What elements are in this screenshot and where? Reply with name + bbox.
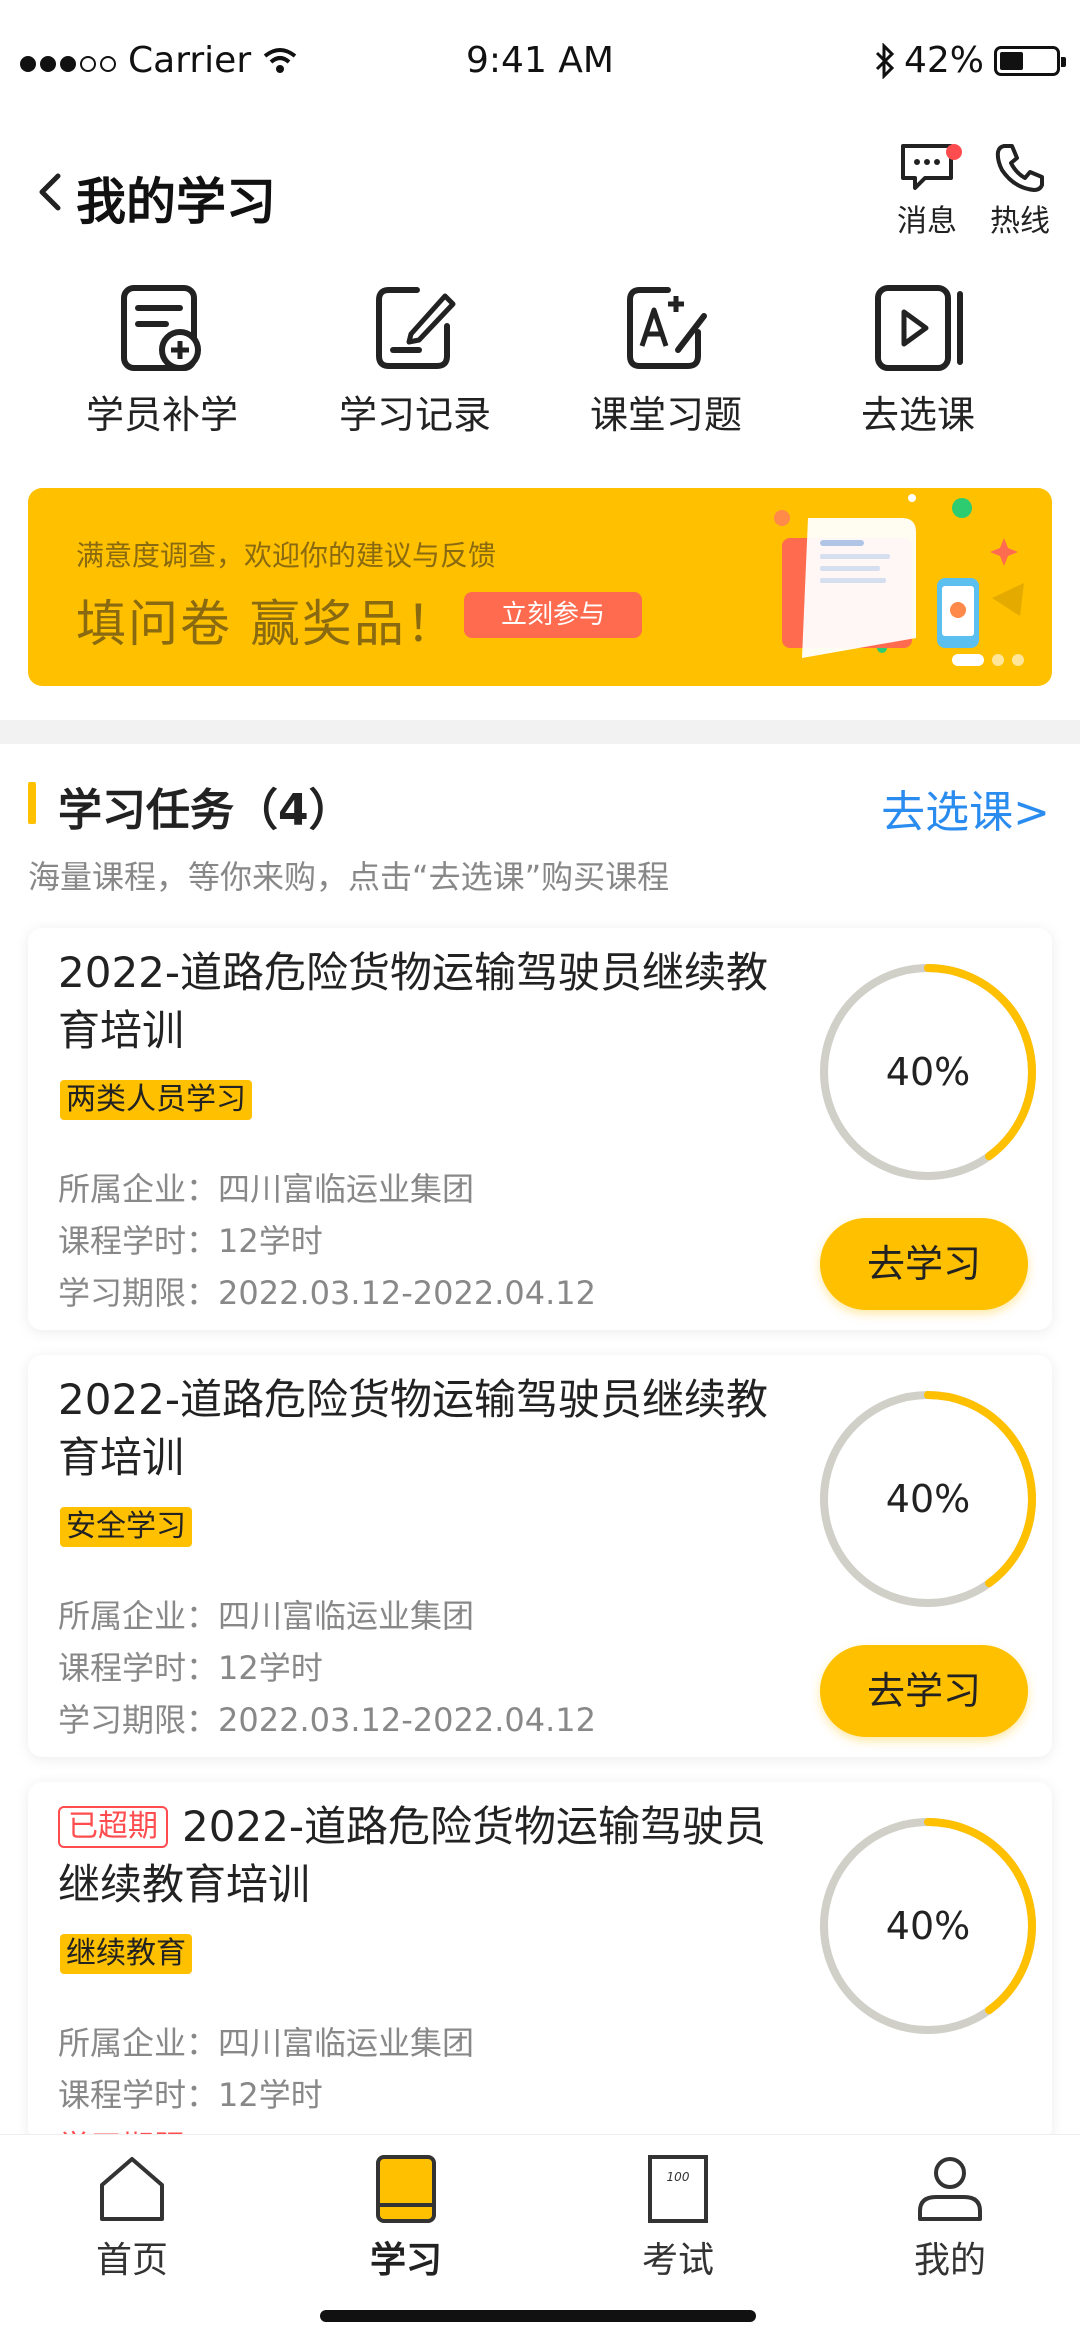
task-company: 所属企业：四川富临运业集团: [58, 1597, 475, 1635]
tab-exam[interactable]: 100 考试: [578, 2153, 778, 2283]
survey-banner[interactable]: 满意度调查，欢迎你的建议与反馈 填问卷 赢奖品！ 立刻参与: [28, 488, 1052, 686]
tab-label: 学习: [369, 2240, 442, 2281]
tab-study[interactable]: 学习: [306, 2153, 506, 2283]
status-right: 42%: [874, 40, 1066, 81]
start-study-button[interactable]: 去学习: [820, 1645, 1028, 1737]
task-tag: 安全学习: [60, 1507, 192, 1547]
task-card[interactable]: 2022-道路危险货物运输驾驶员继续教育培训 安全学习 所属企业：四川富临运业集…: [28, 1355, 1052, 1757]
hotline-button[interactable]: 热线: [975, 140, 1065, 240]
page-title: 我的学习: [76, 173, 276, 231]
user-icon: [918, 2157, 982, 2221]
quick-actions: 学员补学 学习记录 课堂习题 去选课: [0, 280, 1080, 450]
quick-action-makeup-study[interactable]: 学员补学: [62, 280, 262, 439]
phone-icon: [995, 144, 1044, 192]
messages-button[interactable]: 消息: [882, 140, 972, 240]
task-hours: 课程学时：12学时: [58, 1222, 323, 1260]
section-subtitle: 海量课程，等你来购，点击“去选课”购买课程: [28, 858, 670, 896]
bluetooth-icon: [875, 42, 895, 79]
banner-title: 填问卷 赢奖品！: [76, 595, 458, 653]
carousel-indicator: [952, 654, 1024, 666]
messages-label: 消息: [897, 204, 957, 239]
section-title: 学习任务（4）: [58, 785, 353, 836]
unread-dot: [946, 144, 962, 160]
quick-action-study-record[interactable]: 学习记录: [315, 280, 515, 439]
hotline-label: 热线: [990, 204, 1050, 239]
task-company: 所属企业：四川富临运业集团: [58, 1170, 475, 1208]
join-now-button[interactable]: 立刻参与: [464, 592, 642, 638]
battery-icon: [994, 45, 1066, 76]
edit-note-icon: [376, 287, 456, 369]
exercise-icon: [627, 287, 707, 369]
task-title: 2022-道路危险货物运输驾驶员继续教育培训: [58, 948, 769, 1055]
tab-label: 考试: [641, 2240, 714, 2281]
section-accent-bar: [28, 782, 36, 824]
task-hours: 课程学时：12学时: [58, 2076, 323, 2114]
battery-percent: 42%: [903, 40, 984, 81]
home-icon: [100, 2157, 164, 2221]
quick-action-label: 去选课: [860, 393, 975, 437]
tab-mine[interactable]: 我的: [850, 2153, 1050, 2283]
progress-label: 40%: [885, 1904, 971, 1948]
progress-label: 40%: [885, 1050, 971, 1094]
back-icon[interactable]: [24, 162, 74, 222]
book-icon: [376, 2155, 436, 2223]
quick-action-label: 课堂习题: [589, 393, 742, 437]
tab-label: 首页: [95, 2240, 168, 2281]
quick-action-choose-course[interactable]: 去选课: [818, 280, 1018, 439]
task-period: 学习期限：2022.03.12-2022.04.12: [58, 1701, 596, 1739]
tab-label: 我的: [913, 2240, 986, 2281]
task-card[interactable]: 已超期 2022-道路危险货物运输驾驶员继续教育培训 继续教育 所属企业：四川富临…: [28, 1782, 1052, 2142]
start-study-button[interactable]: 去学习: [820, 1218, 1028, 1310]
choose-course-link[interactable]: 去选课>: [881, 776, 1050, 840]
task-period: 学习期限：2022.03.12-2022.04.12: [58, 1274, 596, 1312]
nav-header: 我的学习 消息 热线: [0, 132, 1080, 252]
tab-home[interactable]: 首页: [32, 2153, 232, 2283]
section-divider: [0, 720, 1080, 744]
task-title: 2022-道路危险货物运输驾驶员继续教育培训: [58, 1375, 769, 1482]
task-company: 所属企业：四川富临运业集团: [58, 2024, 475, 2062]
overdue-badge: 已超期: [58, 1806, 168, 1848]
task-card[interactable]: 2022-道路危险货物运输驾驶员继续教育培训 两类人员学习 所属企业：四川富临运…: [28, 928, 1052, 1330]
quick-action-label: 学习记录: [338, 393, 491, 437]
task-tag: 两类人员学习: [60, 1080, 252, 1120]
status-bar: Carrier 9:41 AM 42%: [0, 0, 1080, 132]
banner-subtitle: 满意度调查，欢迎你的建议与反馈: [76, 539, 497, 572]
exam-icon: 100: [648, 2155, 708, 2223]
task-hours: 课程学时：12学时: [58, 1649, 323, 1687]
document-add-icon: [121, 285, 201, 371]
quick-action-label: 学员补学: [85, 393, 238, 437]
progress-label: 40%: [885, 1477, 971, 1521]
task-tag: 继续教育: [60, 1934, 192, 1974]
home-indicator: [320, 2310, 756, 2322]
task-title: 已超期 2022-道路危险货物运输驾驶员继续教育培训: [58, 1802, 767, 1909]
video-course-icon: [875, 285, 963, 371]
quick-action-exercises[interactable]: 课堂习题: [566, 280, 766, 439]
svg-text:100: 100: [667, 2170, 690, 2184]
